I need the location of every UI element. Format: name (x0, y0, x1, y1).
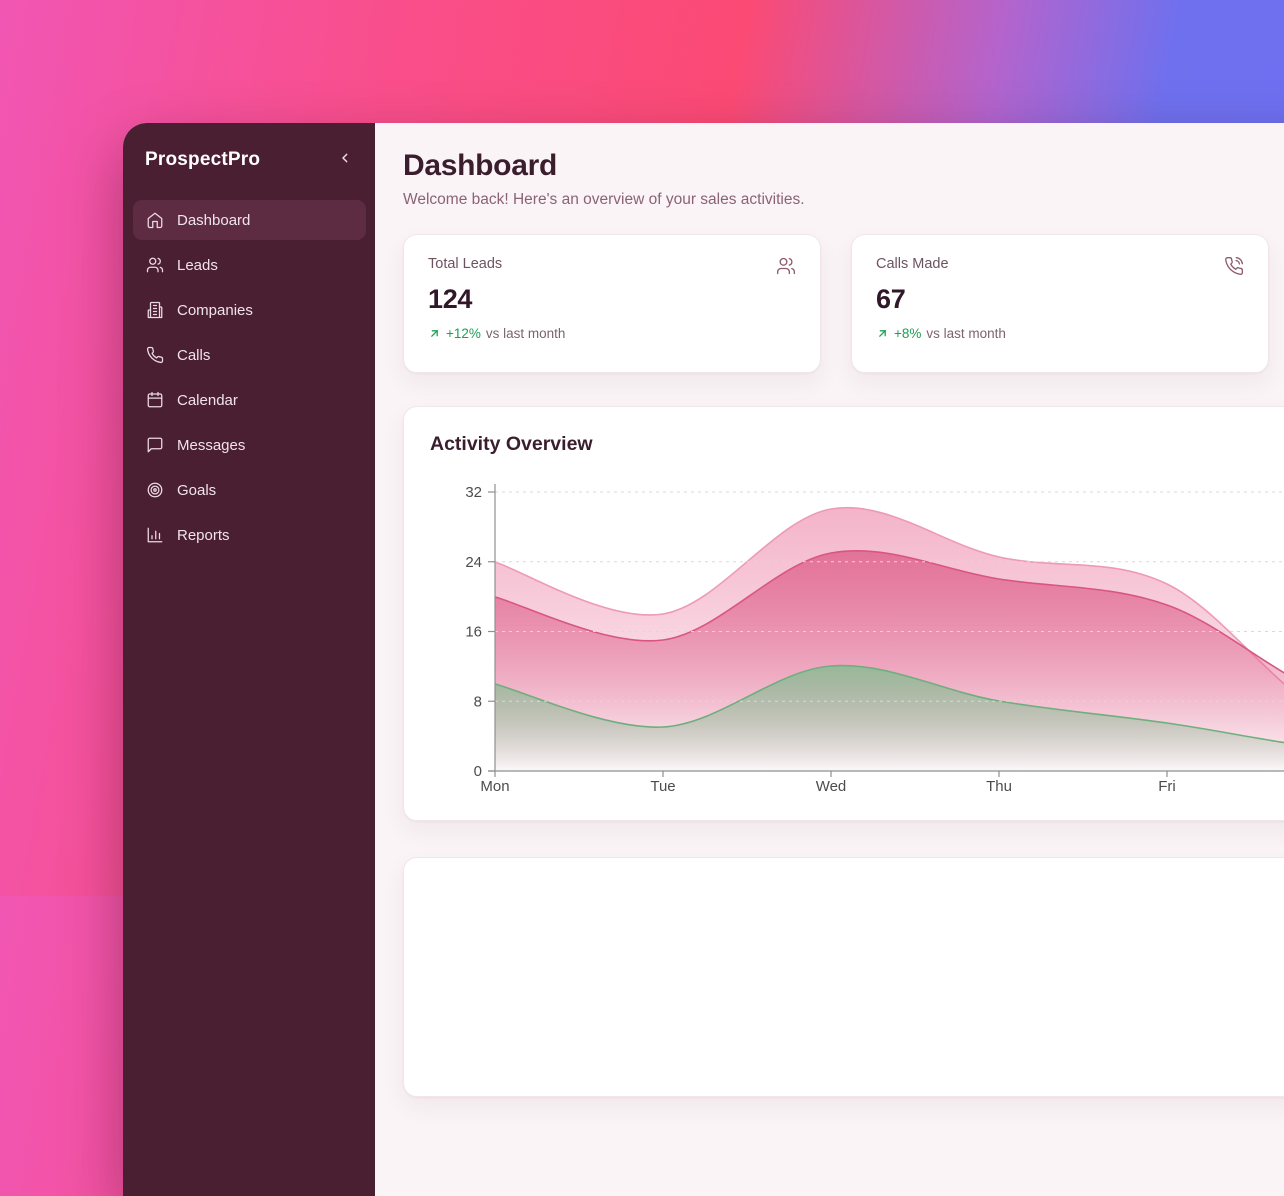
main-content: Dashboard Welcome back! Here's an overvi… (375, 123, 1284, 1196)
bottom-card-partial (403, 857, 1284, 1097)
x-tick-label: Thu (986, 778, 1012, 794)
users-icon (146, 256, 164, 274)
sidebar-item-label: Calls (177, 347, 210, 364)
sidebar-item-goals[interactable]: Goals (133, 470, 366, 510)
stat-card: Calls Made 67 +8% vs last month (851, 234, 1269, 373)
stat-value: 124 (428, 284, 796, 315)
activity-chart: 08162432MonTueWedThuFriSatSun (430, 464, 1284, 794)
y-tick-label: 24 (465, 554, 482, 571)
users-icon (776, 256, 796, 276)
app-window: ProspectPro Dashboard Leads Companies Ca… (123, 123, 1284, 1196)
y-tick-label: 32 (465, 484, 482, 501)
x-tick-label: Mon (480, 778, 509, 794)
sidebar-header: ProspectPro (123, 123, 375, 200)
stat-trend: +12% vs last month (428, 326, 796, 341)
sidebar-item-label: Dashboard (177, 212, 250, 229)
stats-row: Total Leads 124 +12% vs last month Calls… (403, 234, 1284, 373)
phone-icon (146, 346, 164, 364)
stat-label: Calls Made (876, 256, 949, 272)
phone-call-icon (1224, 256, 1244, 276)
arrow-up-right-icon (876, 327, 889, 340)
message-icon (146, 436, 164, 454)
sidebar-item-calendar[interactable]: Calendar (133, 380, 366, 420)
sidebar: ProspectPro Dashboard Leads Companies Ca… (123, 123, 375, 1196)
stat-label: Total Leads (428, 256, 502, 272)
sidebar-item-messages[interactable]: Messages (133, 425, 366, 465)
page-title: Dashboard (403, 149, 1284, 183)
stat-card: Total Leads 124 +12% vs last month (403, 234, 821, 373)
sidebar-item-label: Calendar (177, 392, 238, 409)
sidebar-item-reports[interactable]: Reports (133, 515, 366, 555)
trend-percent: +8% (894, 326, 921, 341)
sidebar-item-leads[interactable]: Leads (133, 245, 366, 285)
sidebar-nav: Dashboard Leads Companies Calls Calendar… (123, 200, 375, 560)
brand-logo: ProspectPro (145, 149, 260, 171)
x-tick-label: Tue (650, 778, 675, 794)
home-icon (146, 211, 164, 229)
trend-suffix: vs last month (926, 326, 1006, 341)
target-icon (146, 481, 164, 499)
chevron-left-icon (337, 150, 353, 169)
building-icon (146, 301, 164, 319)
sidebar-item-label: Goals (177, 482, 216, 499)
activity-overview-card: Activity Overview 08162432MonTueWedThuFr… (403, 406, 1284, 821)
trend-percent: +12% (446, 326, 481, 341)
sidebar-item-label: Leads (177, 257, 218, 274)
x-tick-label: Fri (1158, 778, 1176, 794)
sidebar-collapse-button[interactable] (335, 148, 355, 171)
calendar-icon (146, 391, 164, 409)
chart-title: Activity Overview (430, 433, 1284, 456)
bar-chart-icon (146, 526, 164, 544)
stat-trend: +8% vs last month (876, 326, 1244, 341)
sidebar-item-dashboard[interactable]: Dashboard (133, 200, 366, 240)
sidebar-item-companies[interactable]: Companies (133, 290, 366, 330)
page-subtitle: Welcome back! Here's an overview of your… (403, 191, 1284, 209)
arrow-up-right-icon (428, 327, 441, 340)
x-tick-label: Wed (816, 778, 847, 794)
stat-value: 67 (876, 284, 1244, 315)
y-tick-label: 8 (474, 693, 482, 710)
sidebar-item-calls[interactable]: Calls (133, 335, 366, 375)
y-tick-label: 16 (465, 624, 482, 641)
sidebar-item-label: Reports (177, 527, 230, 544)
sidebar-item-label: Companies (177, 302, 253, 319)
sidebar-item-label: Messages (177, 437, 245, 454)
trend-suffix: vs last month (486, 326, 566, 341)
